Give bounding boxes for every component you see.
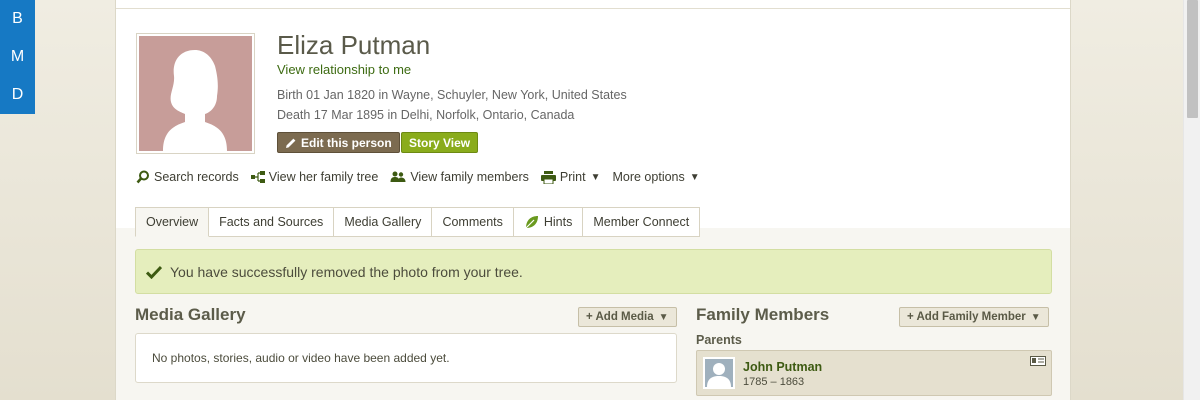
person-header: Eliza Putman View relationship to me Bir… [116,0,1070,237]
checkmark-icon [146,265,162,279]
person-name: Eliza Putman [277,30,431,60]
tab-overview[interactable]: Overview [135,207,210,237]
people-icon [390,171,406,182]
media-gallery-title: Media Gallery [135,305,246,324]
profile-photo[interactable] [136,33,255,154]
parent-name[interactable]: John Putman [743,360,822,374]
view-relationship-link[interactable]: View relationship to me [277,62,411,77]
printer-icon [540,170,556,184]
leaf-icon [525,216,538,229]
death-fact: Death 17 Mar 1895 in Delhi, Norfolk, Ont… [277,108,575,122]
profile-card-icon[interactable] [1030,356,1046,366]
scrollbar-thumb[interactable] [1187,0,1198,118]
family-members-title: Family Members [696,305,830,324]
view-family-members-link[interactable]: View family members [390,170,529,184]
vertical-scrollbar[interactable] [1183,0,1200,400]
side-tab-letter-d: D [11,86,24,103]
search-icon [136,170,149,184]
media-empty-box: No photos, stories, audio or video have … [135,333,677,383]
birth-fact: Birth 01 Jan 1820 in Wayne, Schuyler, Ne… [277,88,627,102]
tab-media-gallery[interactable]: Media Gallery [334,207,433,237]
side-tab-letter-m: M [10,48,25,65]
action-bar: Search records View her family tree View… [136,170,712,184]
more-options-menu[interactable]: More options ▼ [612,170,699,184]
avatar [703,357,735,389]
parent-dates: 1785 – 1863 [743,376,805,388]
print-menu[interactable]: Print ▼ [540,170,601,184]
person-page: Eliza Putman View relationship to me Bir… [115,0,1071,400]
tab-hints[interactable]: Hints [513,207,584,237]
view-family-members-label: View family members [410,170,529,184]
chevron-down-icon: ▼ [658,311,669,323]
chevron-down-icon: ▼ [590,171,601,183]
chevron-down-icon: ▼ [689,171,700,183]
female-silhouette-icon [139,36,252,151]
success-notice: You have successfully removed the photo … [135,249,1052,294]
parent-card[interactable]: John Putman 1785 – 1863 [696,350,1052,396]
tree-icon [250,171,265,183]
side-tab-letter-b: B [12,10,23,27]
tab-hints-label: Hints [543,215,573,229]
edit-person-button[interactable]: Edit this person [277,132,400,153]
tab-facts-and-sources[interactable]: Facts and Sources [209,207,335,237]
person-tabs: Overview Facts and Sources Media Gallery… [135,207,701,237]
view-family-tree-link[interactable]: View her family tree [250,170,379,184]
pencil-icon [286,138,296,148]
tab-member-connect[interactable]: Member Connect [583,207,701,237]
add-media-button[interactable]: + Add Media ▼ [578,307,677,327]
add-media-label: + Add Media [586,311,654,323]
search-records-label: Search records [154,170,239,184]
person-silhouette-icon [707,363,731,387]
bmd-side-tab[interactable]: B M D [0,0,35,114]
print-label: Print [559,170,586,184]
parents-label: Parents [696,333,742,347]
tab-comments[interactable]: Comments [432,207,514,237]
more-options-label: More options [612,170,685,184]
add-family-member-label: + Add Family Member [907,311,1026,323]
story-view-button[interactable]: Story View [401,132,479,153]
edit-person-label: Edit this person [301,135,392,150]
search-records-link[interactable]: Search records [136,170,239,184]
chevron-down-icon: ▼ [1030,311,1041,323]
add-family-member-button[interactable]: + Add Family Member ▼ [899,307,1049,327]
success-notice-text: You have successfully removed the photo … [170,263,523,280]
view-family-tree-label: View her family tree [268,170,379,184]
media-empty-text: No photos, stories, audio or video have … [152,351,450,365]
